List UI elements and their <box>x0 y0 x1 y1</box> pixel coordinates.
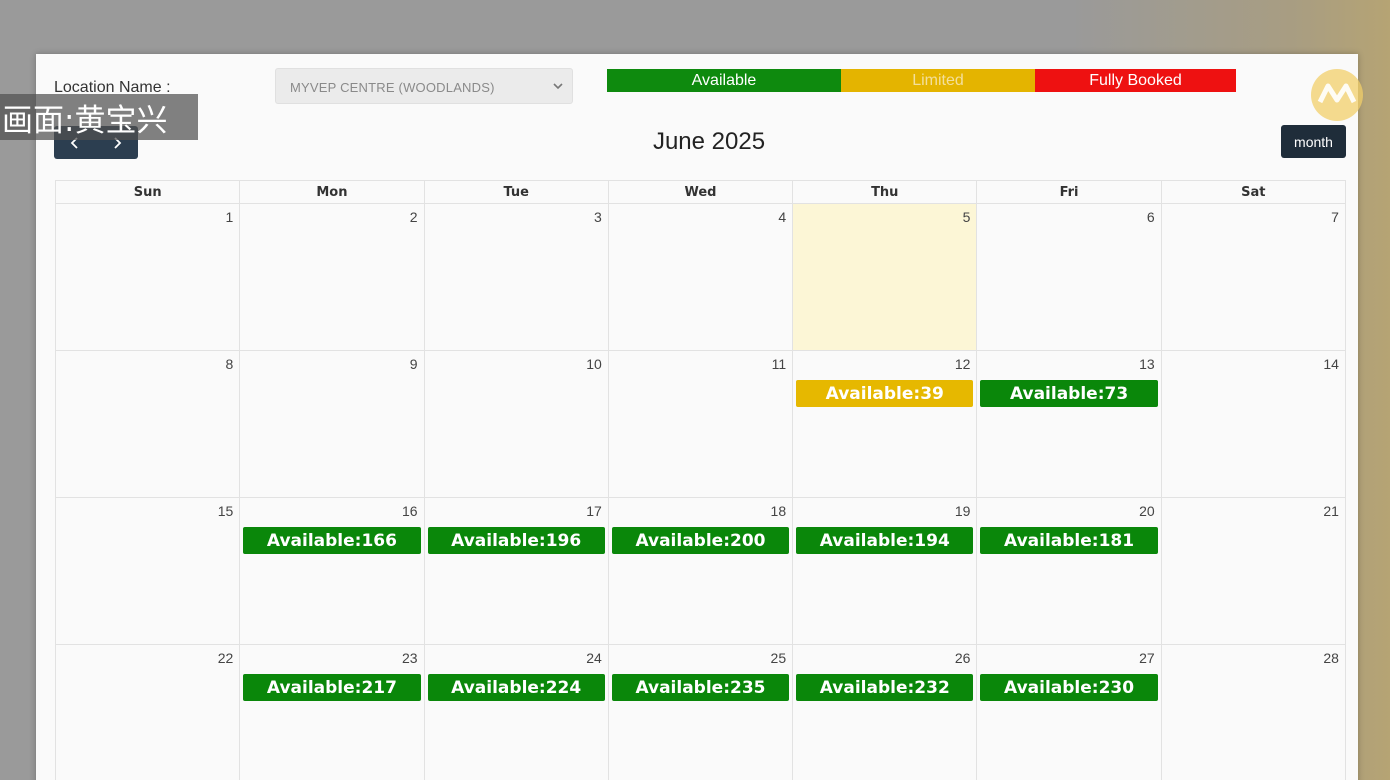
day-number: 17 <box>586 503 602 519</box>
calendar-day[interactable]: 17 Available:196 <box>425 498 609 644</box>
calendar-day[interactable]: 22 <box>56 645 241 780</box>
calendar-day-today[interactable]: 5 <box>793 204 978 350</box>
availability-event-available[interactable]: Available:166 <box>243 527 421 554</box>
calendar-day[interactable]: 24 Available:224 <box>425 645 609 780</box>
day-number: 27 <box>1139 650 1155 666</box>
day-number: 22 <box>217 650 234 666</box>
calendar-day[interactable]: 28 <box>1162 645 1346 780</box>
day-number: 23 <box>401 650 418 666</box>
calendar-week: 8 9 10 11 12 Available:39 13 Available:73 14 <box>56 351 1346 498</box>
day-number: 10 <box>586 356 602 372</box>
availability-event-available[interactable]: Available:194 <box>796 527 974 554</box>
calendar-day[interactable]: 27 Available:230 <box>977 645 1162 780</box>
weekday-sat: Sat <box>1162 181 1346 203</box>
calendar-day[interactable]: 20 Available:181 <box>977 498 1162 644</box>
availability-event-available[interactable]: Available:181 <box>980 527 1158 554</box>
availability-event-available[interactable]: Available:235 <box>611 674 790 701</box>
availability-event-available[interactable]: Available:232 <box>796 674 974 701</box>
calendar-week: 15 16 Available:166 17 Available:196 18 Availa… <box>56 498 1346 645</box>
availability-event-available[interactable]: Available:200 <box>611 527 790 554</box>
calendar-day[interactable]: 12 Available:39 <box>793 351 978 497</box>
day-number: 12 <box>954 356 971 372</box>
broadcaster-logo-icon <box>1311 69 1363 121</box>
calendar-day[interactable]: 9 <box>240 351 425 497</box>
location-select[interactable]: MYVEP CENTRE (WOODLANDS) <box>275 68 573 104</box>
calendar-day[interactable]: 2 <box>240 204 425 350</box>
day-number: 25 <box>770 650 787 666</box>
weekday-header: Sun Mon Tue Wed Thu Fri Sat <box>56 180 1346 204</box>
calendar-day[interactable]: 13 Available:73 <box>977 351 1162 497</box>
day-number: 26 <box>954 650 971 666</box>
location-selected-value: MYVEP CENTRE (WOODLANDS) <box>290 80 495 95</box>
weekday-wed: Wed <box>609 181 794 203</box>
calendar-day[interactable]: 8 <box>56 351 241 497</box>
calendar-week: 1 2 3 4 5 6 7 <box>56 204 1346 351</box>
day-number: 13 <box>1139 356 1155 372</box>
calendar-day[interactable]: 26 Available:232 <box>793 645 978 780</box>
day-number: 7 <box>1331 209 1339 225</box>
calendar-day[interactable]: 7 <box>1162 204 1346 350</box>
availability-event-available[interactable]: Available:196 <box>427 527 605 554</box>
calendar-week: 22 23 Available:217 24 Available:224 25 Availa… <box>56 645 1346 780</box>
day-number: 2 <box>409 209 418 225</box>
weekday-tue: Tue <box>425 181 609 203</box>
day-number: 19 <box>954 503 971 519</box>
day-number: 28 <box>1323 650 1339 666</box>
calendar-day[interactable]: 3 <box>425 204 609 350</box>
calendar-day[interactable]: 23 Available:217 <box>240 645 425 780</box>
calendar-day[interactable]: 16 Available:166 <box>240 498 425 644</box>
calendar-grid: Sun Mon Tue Wed Thu Fri Sat 1 2 3 4 5 6 7 8 9 10 11 12 Ava… <box>55 180 1346 780</box>
calendar-day[interactable]: 19 Available:194 <box>793 498 978 644</box>
day-number: 18 <box>770 503 787 519</box>
calendar-day[interactable]: 15 <box>56 498 241 644</box>
calendar-title: June 2025 <box>652 128 766 155</box>
day-number: 5 <box>962 209 971 225</box>
calendar-day[interactable]: 1 <box>56 204 241 350</box>
day-number: 1 <box>225 209 234 225</box>
booking-panel: Location Name : MYVEP CENTRE (WOODLANDS)… <box>36 54 1358 780</box>
legend-limited: Limited <box>841 69 1035 92</box>
day-number: 4 <box>778 209 787 225</box>
calendar-day[interactable]: 21 <box>1162 498 1346 644</box>
day-number: 11 <box>771 356 787 372</box>
day-number: 8 <box>225 356 234 372</box>
calendar-day[interactable]: 25 Available:235 <box>609 645 794 780</box>
availability-event-available[interactable]: Available:230 <box>980 674 1158 701</box>
availability-legend: Available Limited Fully Booked <box>607 69 1236 92</box>
availability-event-available[interactable]: Available:73 <box>980 380 1158 407</box>
video-caption-overlay: 画面:黄宝兴 <box>0 94 198 140</box>
legend-fully-booked: Fully Booked <box>1035 69 1236 92</box>
day-number: 6 <box>1146 209 1155 225</box>
legend-available: Available <box>607 69 841 92</box>
calendar-day[interactable]: 14 <box>1162 351 1346 497</box>
calendar-day[interactable]: 6 <box>977 204 1162 350</box>
weekday-sun: Sun <box>56 181 241 203</box>
day-number: 24 <box>586 650 602 666</box>
availability-event-limited[interactable]: Available:39 <box>796 380 974 407</box>
month-view-button[interactable]: month <box>1281 125 1346 158</box>
weekday-thu: Thu <box>793 181 978 203</box>
chevron-down-icon <box>553 83 563 90</box>
availability-event-available[interactable]: Available:224 <box>427 674 605 701</box>
calendar-day[interactable]: 10 <box>425 351 609 497</box>
day-number: 16 <box>401 503 418 519</box>
day-number: 15 <box>217 503 234 519</box>
calendar-day[interactable]: 18 Available:200 <box>609 498 794 644</box>
availability-event-available[interactable]: Available:217 <box>243 674 421 701</box>
day-number: 9 <box>409 356 418 372</box>
day-number: 3 <box>594 209 602 225</box>
day-number: 14 <box>1323 356 1339 372</box>
calendar-day[interactable]: 11 <box>609 351 794 497</box>
calendar-day[interactable]: 4 <box>609 204 794 350</box>
day-number: 21 <box>1323 503 1339 519</box>
weekday-fri: Fri <box>977 181 1162 203</box>
weekday-mon: Mon <box>240 181 425 203</box>
day-number: 20 <box>1139 503 1155 519</box>
